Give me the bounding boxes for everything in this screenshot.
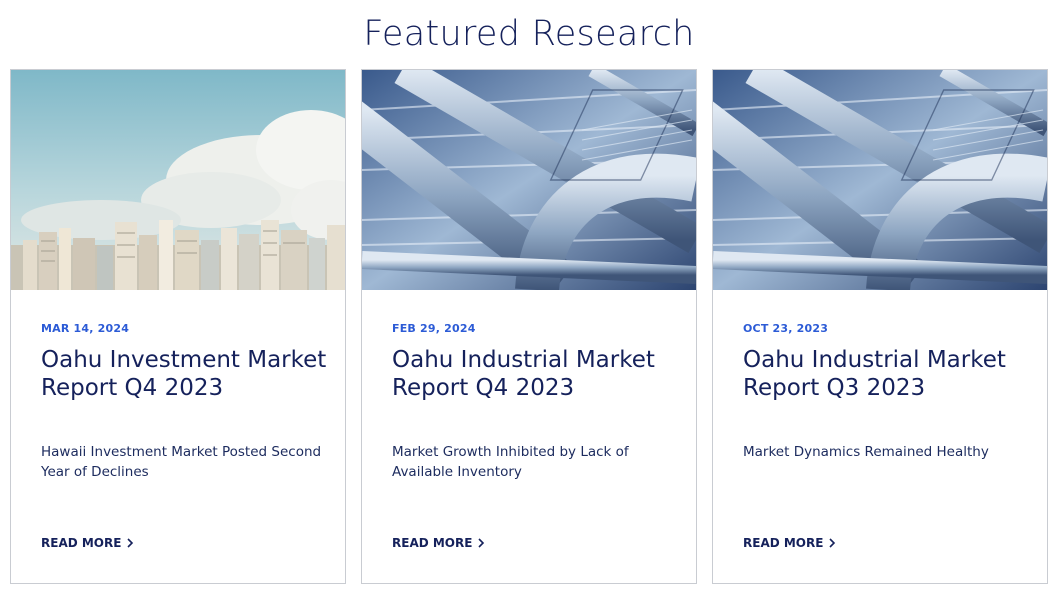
read-more-label: READ MORE: [743, 536, 824, 550]
research-card[interactable]: MAR 14, 2024 Oahu Investment Market Repo…: [10, 69, 346, 584]
card-date: OCT 23, 2023: [743, 322, 829, 335]
section-title: Featured Research: [363, 14, 695, 54]
chevron-right-icon: [477, 537, 486, 549]
card-description: Market Growth Inhibited by Lack of Avail…: [392, 444, 629, 480]
research-card[interactable]: FEB 29, 2024 Oahu Industrial Market Repo…: [361, 69, 697, 584]
card-date: FEB 29, 2024: [392, 322, 476, 335]
chevron-right-icon: [828, 537, 837, 549]
card-title[interactable]: Oahu Investment Market Report Q4 2023: [41, 346, 331, 402]
card-image-city-skyline[interactable]: [11, 70, 345, 290]
read-more-label: READ MORE: [41, 536, 122, 550]
research-card[interactable]: OCT 23, 2023 Oahu Industrial Market Repo…: [712, 69, 1048, 584]
read-more-link[interactable]: READ MORE: [41, 536, 135, 550]
read-more-label: READ MORE: [392, 536, 473, 550]
card-title[interactable]: Oahu Industrial Market Report Q3 2023: [743, 346, 1033, 402]
card-title[interactable]: Oahu Industrial Market Report Q4 2023: [392, 346, 682, 402]
card-description: Hawaii Investment Market Posted Second Y…: [41, 444, 322, 480]
card-image-industrial-ducts[interactable]: [362, 70, 696, 290]
chevron-right-icon: [126, 537, 135, 549]
read-more-link[interactable]: READ MORE: [743, 536, 837, 550]
card-description: Market Dynamics Remained Healthy: [743, 444, 989, 460]
read-more-link[interactable]: READ MORE: [392, 536, 486, 550]
card-date: MAR 14, 2024: [41, 322, 130, 335]
card-image-industrial-ducts[interactable]: [713, 70, 1047, 290]
